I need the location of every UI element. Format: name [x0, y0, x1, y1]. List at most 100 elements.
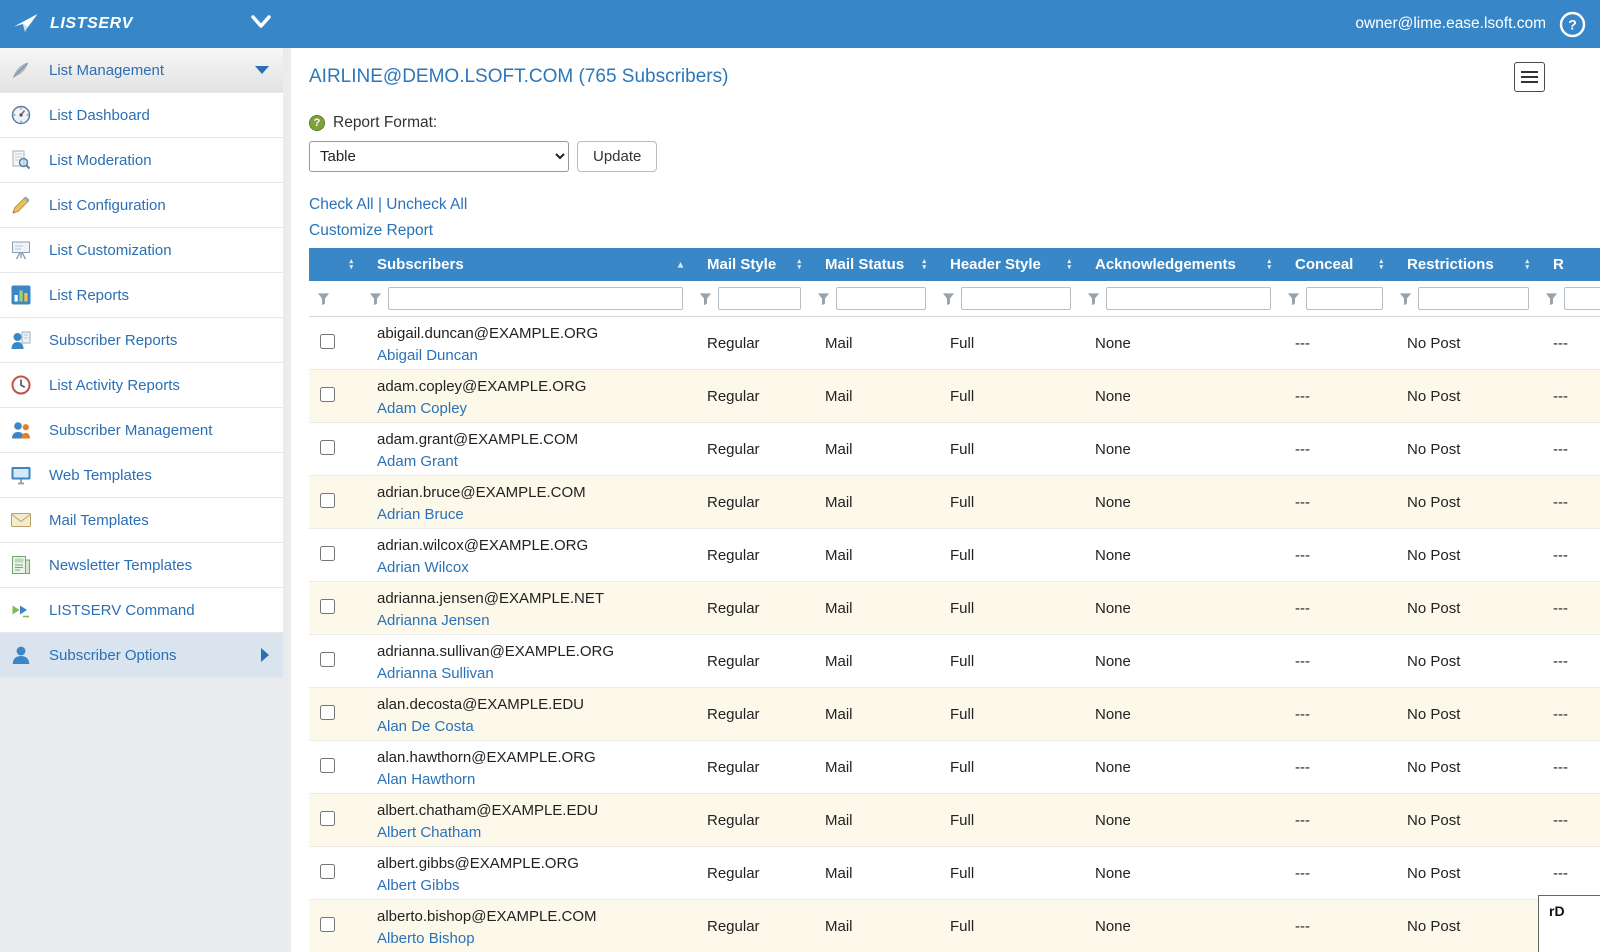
filter-input-r[interactable] — [1564, 287, 1600, 310]
sidebar-item-list-reports[interactable]: List Reports — [0, 273, 283, 318]
filter-input-acknowledgements[interactable] — [1106, 287, 1271, 310]
sidebar-item-list-activity-reports[interactable]: List Activity Reports — [0, 363, 283, 408]
subscriber-name-link[interactable]: Alan De Costa — [377, 716, 474, 738]
row-checkbox[interactable] — [320, 387, 335, 402]
sort-both-icon[interactable]: ▴▾ — [797, 259, 801, 271]
sort-both-icon[interactable]: ▴▾ — [922, 259, 926, 271]
uncheck-all-link[interactable]: Uncheck All — [386, 196, 467, 213]
row-checkbox[interactable] — [320, 334, 335, 349]
sidebar-item-label: List Activity Reports — [49, 377, 180, 394]
subscriber-name-link[interactable]: Adam Grant — [377, 451, 458, 473]
filter-funnel-icon[interactable] — [317, 292, 330, 306]
cell-mail-style: Regular — [691, 741, 809, 794]
sidebar-item-subscriber-reports[interactable]: Subscriber Reports — [0, 318, 283, 363]
subscriber-name-link[interactable]: Abigail Duncan — [377, 345, 478, 367]
sidebar-item-list-management[interactable]: List Management — [0, 48, 283, 93]
filter-input-subscribers[interactable] — [388, 287, 683, 310]
row-checkbox[interactable] — [320, 917, 335, 932]
subscriber-name-link[interactable]: Adrian Wilcox — [377, 557, 469, 579]
cell-header-style: Full — [934, 423, 1079, 476]
cell-restrictions: No Post — [1391, 370, 1537, 423]
sidebar-item-list-configuration[interactable]: List Configuration — [0, 183, 283, 228]
filter-input-conceal[interactable] — [1306, 287, 1383, 310]
column-header-conceal[interactable]: Conceal ▴▾ — [1279, 248, 1391, 281]
column-header-restrictions[interactable]: Restrictions ▴▾ — [1391, 248, 1537, 281]
subscriber-name-link[interactable]: Albert Chatham — [377, 822, 481, 844]
check-all-link[interactable]: Check All — [309, 196, 374, 213]
row-checkbox[interactable] — [320, 864, 335, 879]
subscriber-name-link[interactable]: Adrianna Sullivan — [377, 663, 494, 685]
row-checkbox[interactable] — [320, 758, 335, 773]
row-checkbox[interactable] — [320, 811, 335, 826]
sidebar-item-list-customization[interactable]: List Customization — [0, 228, 283, 273]
sort-both-icon[interactable]: ▴▾ — [349, 259, 353, 271]
subscriber-email: alberto.bishop@EXAMPLE.COM — [377, 906, 683, 928]
sort-ascending-icon[interactable]: ▴ — [678, 259, 683, 270]
subscriber-name-link[interactable]: Adrian Bruce — [377, 504, 464, 526]
subscriber-name-link[interactable]: Adrianna Jensen — [377, 610, 490, 632]
column-label: Mail Style — [707, 256, 776, 273]
subscriber-name-link[interactable]: Alan Hawthorn — [377, 769, 475, 791]
row-checkbox[interactable] — [320, 705, 335, 720]
cell-conceal: --- — [1279, 423, 1391, 476]
person-icon — [10, 644, 36, 667]
sidebar-item-newsletter-templates[interactable]: Newsletter Templates — [0, 543, 283, 588]
customize-report-link[interactable]: Customize Report — [309, 222, 433, 239]
row-checkbox[interactable] — [320, 599, 335, 614]
filter-input-mail-status[interactable] — [836, 287, 926, 310]
filter-input-header-style[interactable] — [961, 287, 1071, 310]
sidebar-item-listserv-command[interactable]: LISTSERV Command — [0, 588, 283, 633]
sidebar-item-list-moderation[interactable]: List Moderation — [0, 138, 283, 183]
filter-funnel-icon[interactable] — [1287, 292, 1300, 306]
hamburger-icon — [1521, 71, 1538, 73]
subscriber-email: abigail.duncan@EXAMPLE.ORG — [377, 323, 683, 345]
column-header-select[interactable]: ▴▾ — [309, 248, 361, 281]
subscriber-email: alan.hawthorn@EXAMPLE.ORG — [377, 747, 683, 769]
sort-both-icon[interactable]: ▴▾ — [1067, 259, 1071, 271]
cell-header-style: Full — [934, 794, 1079, 847]
row-checkbox[interactable] — [320, 440, 335, 455]
sidebar-item-mail-templates[interactable]: Mail Templates — [0, 498, 283, 543]
column-header-mail-status[interactable]: Mail Status ▴▾ — [809, 248, 934, 281]
people-icon — [10, 419, 36, 442]
subscriber-name-link[interactable]: Adam Copley — [377, 398, 467, 420]
sort-both-icon[interactable]: ▴▾ — [1379, 259, 1383, 271]
cell-renewal: --- — [1537, 794, 1600, 847]
menu-button[interactable] — [1514, 62, 1545, 92]
filter-funnel-icon[interactable] — [817, 292, 830, 306]
filter-funnel-icon[interactable] — [369, 292, 382, 306]
sidebar-item-list-dashboard[interactable]: List Dashboard — [0, 93, 283, 138]
sidebar-item-subscriber-management[interactable]: Subscriber Management — [0, 408, 283, 453]
update-button[interactable]: Update — [577, 141, 657, 172]
column-header-mail-style[interactable]: Mail Style ▴▾ — [691, 248, 809, 281]
cell-mail-status: Mail — [809, 423, 934, 476]
filter-funnel-icon[interactable] — [1087, 292, 1100, 306]
row-checkbox[interactable] — [320, 493, 335, 508]
help-circle-icon[interactable]: ? — [309, 115, 325, 131]
filter-funnel-icon[interactable] — [1545, 292, 1558, 306]
sidebar-item-subscriber-options[interactable]: Subscriber Options — [0, 633, 283, 678]
sort-both-icon[interactable]: ▴▾ — [1525, 259, 1529, 271]
sort-both-icon[interactable]: ▴▾ — [1267, 259, 1271, 271]
column-header-subscribers[interactable]: Subscribers ▴ — [361, 248, 691, 281]
cell-renewal: --- — [1537, 529, 1600, 582]
filter-input-restrictions[interactable] — [1418, 287, 1529, 310]
help-button[interactable]: ? — [1559, 11, 1586, 38]
row-checkbox[interactable] — [320, 652, 335, 667]
column-header-acknowledgements[interactable]: Acknowledgements ▴▾ — [1079, 248, 1279, 281]
filter-input-mail-style[interactable] — [718, 287, 801, 310]
table-row: adrian.bruce@EXAMPLE.COM Adrian Bruce Re… — [309, 476, 1600, 529]
filter-funnel-icon[interactable] — [699, 292, 712, 306]
row-checkbox[interactable] — [320, 546, 335, 561]
column-header-header-style[interactable]: Header Style ▴▾ — [934, 248, 1079, 281]
cell-mail-status: Mail — [809, 476, 934, 529]
filter-funnel-icon[interactable] — [1399, 292, 1412, 306]
report-format-select[interactable]: Table — [309, 141, 569, 172]
column-header-r[interactable]: R ▴▾ — [1537, 248, 1600, 281]
subscriber-name-link[interactable]: Alberto Bishop — [377, 928, 475, 950]
chevron-down-icon[interactable] — [250, 14, 272, 30]
sidebar-item-web-templates[interactable]: Web Templates — [0, 453, 283, 498]
subscriber-name-link[interactable]: Albert Gibbs — [377, 875, 460, 897]
column-label: Acknowledgements — [1095, 256, 1236, 273]
filter-funnel-icon[interactable] — [942, 292, 955, 306]
